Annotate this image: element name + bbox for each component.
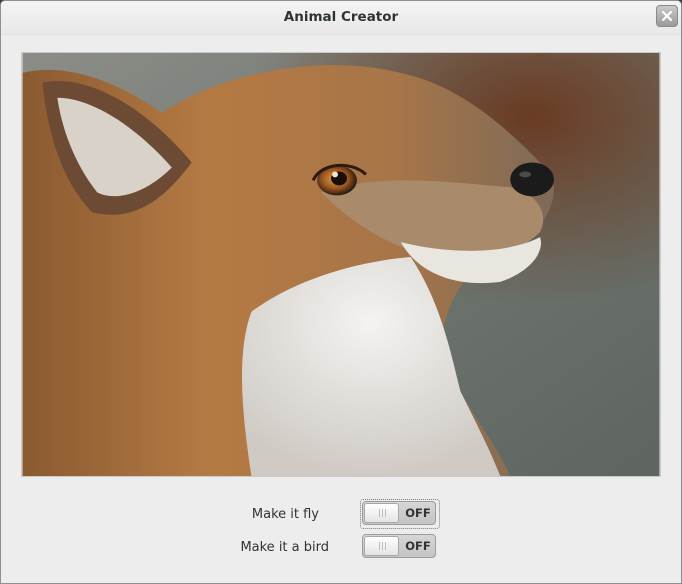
title-bar[interactable]: Animal Creator [1,1,681,35]
fox-photo-illustration [22,53,660,476]
switch-state-text: OFF [405,539,431,553]
switch-knob[interactable] [364,503,399,523]
dialog-window: Animal Creator Make it fly OFF Make it a… [0,0,682,584]
window-title: Animal Creator [283,9,399,25]
bird-switch-label: Make it a bird [240,540,329,555]
fox-image [21,52,661,477]
fly-switch-row: Make it fly OFF [1,499,681,529]
bird-switch-row: Make it a bird OFF [1,534,681,561]
switch-state-text: OFF [405,506,431,520]
close-button[interactable] [656,5,678,27]
switch-knob[interactable] [364,536,399,556]
make-it-fly-switch[interactable]: OFF [362,501,436,525]
make-it-a-bird-switch[interactable]: OFF [362,534,436,558]
fly-switch-label: Make it fly [251,507,319,522]
close-icon [662,11,672,21]
